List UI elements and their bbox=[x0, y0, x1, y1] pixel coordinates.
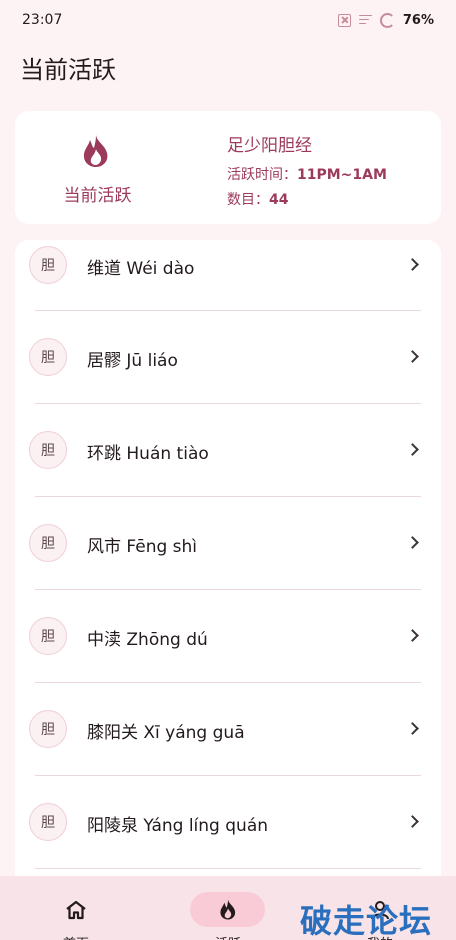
meridian-badge: 胆 bbox=[29, 803, 67, 841]
meridian-badge: 胆 bbox=[29, 431, 67, 469]
list-item[interactable]: 胆 膝阳关 Xī yáng guā bbox=[15, 682, 441, 775]
page-title: 当前活跃 bbox=[20, 56, 116, 84]
status-icons: 76% bbox=[337, 12, 434, 28]
battery-percent: 76% bbox=[402, 12, 434, 28]
acupoint-name: 膝阳关 Xī yáng guā bbox=[87, 723, 245, 743]
nav-label-active: 活跃 bbox=[152, 933, 304, 940]
list-item[interactable]: 胆 居髎 Jū liáo bbox=[15, 310, 441, 403]
chevron-right-icon bbox=[406, 443, 419, 456]
close-box-icon bbox=[337, 13, 351, 27]
meridian-badge: 胆 bbox=[29, 338, 67, 376]
nav-item-active[interactable]: 活跃 bbox=[152, 876, 304, 940]
nav-label-home: 首页 bbox=[0, 933, 152, 940]
flame-icon bbox=[220, 899, 236, 920]
list-item[interactable]: 胆 中渎 Zhōng dú bbox=[15, 589, 441, 682]
point-count: 数目：44 bbox=[227, 189, 288, 209]
acupoint-list: 胆 维道 Wéi dào 胆 居髎 Jū liáo 胆 环跳 Huán tiào… bbox=[15, 240, 441, 880]
chevron-right-icon bbox=[406, 536, 419, 549]
chevron-right-icon bbox=[406, 815, 419, 828]
active-card-label: 当前活跃 bbox=[63, 186, 132, 206]
meridian-name: 足少阳胆经 bbox=[227, 136, 312, 156]
notification-lines-icon bbox=[358, 14, 372, 26]
meridian-badge: 胆 bbox=[29, 246, 67, 284]
list-item[interactable]: 胆 阳陵泉 Yáng líng quán bbox=[15, 775, 441, 868]
point-count-label: 数目： bbox=[227, 192, 269, 208]
home-icon bbox=[66, 900, 86, 920]
chevron-right-icon bbox=[406, 350, 419, 363]
chevron-right-icon bbox=[406, 258, 419, 271]
battery-ring-icon bbox=[379, 12, 395, 28]
nav-item-home[interactable]: 首页 bbox=[0, 876, 152, 940]
acupoint-name: 维道 Wéi dào bbox=[87, 259, 195, 279]
list-item[interactable]: 胆 环跳 Huán tiào bbox=[15, 403, 441, 496]
meridian-badge: 胆 bbox=[29, 524, 67, 562]
status-time: 23:07 bbox=[22, 12, 63, 28]
forum-watermark: 破走论坛 bbox=[300, 902, 433, 940]
chevron-right-icon bbox=[406, 629, 419, 642]
active-time-label: 活跃时间： bbox=[227, 167, 297, 183]
list-item[interactable]: 胆 维道 Wéi dào bbox=[15, 240, 441, 310]
active-time-value: 11PM~1AM bbox=[297, 167, 387, 183]
acupoint-name: 阳陵泉 Yáng líng quán bbox=[87, 816, 269, 836]
divider bbox=[35, 868, 421, 869]
acupoint-name: 风市 Fēng shì bbox=[87, 537, 198, 557]
meridian-badge: 胆 bbox=[29, 617, 67, 655]
point-count-value: 44 bbox=[269, 192, 289, 208]
list-item[interactable]: 胆 风市 Fēng shì bbox=[15, 496, 441, 589]
chevron-right-icon bbox=[406, 722, 419, 735]
acupoint-name: 居髎 Jū liáo bbox=[87, 351, 178, 371]
acupoint-name: 中渎 Zhōng dú bbox=[87, 630, 208, 650]
status-bar: 23:07 76% bbox=[0, 0, 456, 40]
flame-icon bbox=[83, 135, 108, 167]
active-time: 活跃时间：11PM~1AM bbox=[227, 164, 387, 184]
acupoint-name: 环跳 Huán tiào bbox=[87, 444, 209, 464]
meridian-badge: 胆 bbox=[29, 710, 67, 748]
